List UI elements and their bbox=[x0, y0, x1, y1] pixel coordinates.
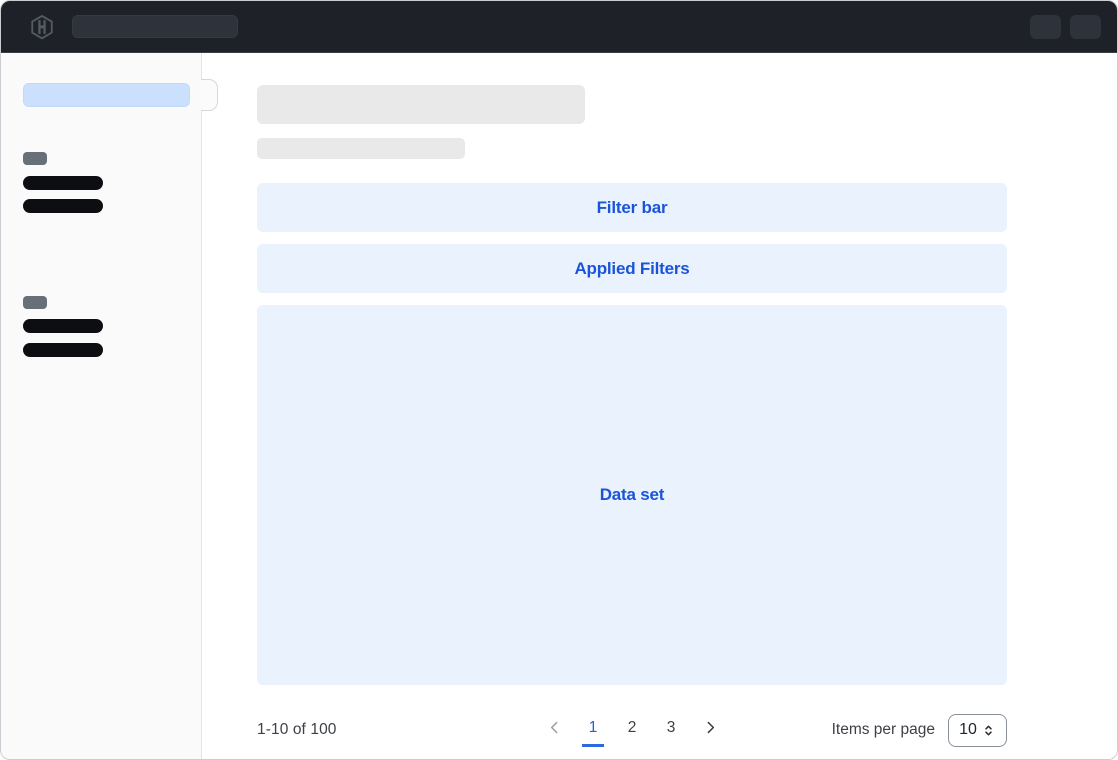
items-per-page-value: 10 bbox=[959, 721, 977, 739]
sidebar-selected-item-placeholder bbox=[23, 83, 190, 107]
main-area: Filter bar Applied Filters Data set 1-10… bbox=[202, 53, 1117, 760]
top-nav-action-placeholder-2 bbox=[1070, 15, 1101, 39]
sidebar-section-label-placeholder-1 bbox=[23, 152, 47, 165]
sidebar-nav-item-placeholder bbox=[23, 319, 103, 333]
top-nav-action-placeholder-1 bbox=[1030, 15, 1061, 39]
sidebar-nav-item-placeholder bbox=[23, 176, 103, 190]
hashicorp-logo-icon bbox=[29, 14, 55, 40]
page-subtitle-placeholder bbox=[257, 138, 465, 159]
items-per-page-group: Items per page 10 bbox=[832, 714, 1007, 747]
pagination-bar: 1-10 of 100 1 2 3 Items per page bbox=[257, 713, 1007, 747]
app-window: Filter bar Applied Filters Data set 1-10… bbox=[0, 0, 1118, 760]
data-set-label: Data set bbox=[600, 485, 665, 505]
applied-filters-region: Applied Filters bbox=[257, 244, 1007, 293]
page-title-placeholder bbox=[257, 85, 585, 124]
chevron-right-icon bbox=[702, 719, 719, 736]
previous-page-button[interactable] bbox=[543, 713, 565, 747]
page-button-2[interactable]: 2 bbox=[621, 713, 643, 747]
next-page-button[interactable] bbox=[699, 713, 721, 747]
sidebar bbox=[1, 53, 202, 760]
sidebar-section-label-placeholder-2 bbox=[23, 296, 47, 309]
main-content: Filter bar Applied Filters Data set 1-10… bbox=[257, 85, 1007, 747]
sidebar-toggle-handle[interactable] bbox=[201, 79, 218, 111]
app-body: Filter bar Applied Filters Data set 1-10… bbox=[1, 53, 1117, 760]
filter-bar-region: Filter bar bbox=[257, 183, 1007, 232]
items-per-page-label: Items per page bbox=[832, 721, 935, 739]
nav-search-placeholder bbox=[72, 15, 238, 38]
pagination-range-text: 1-10 of 100 bbox=[257, 721, 337, 739]
page-button-3[interactable]: 3 bbox=[660, 713, 682, 747]
page-button-1[interactable]: 1 bbox=[582, 713, 604, 747]
items-per-page-select[interactable]: 10 bbox=[948, 714, 1007, 747]
sidebar-nav-item-placeholder bbox=[23, 199, 103, 213]
unfold-chevrons-icon bbox=[981, 723, 996, 738]
filter-bar-label: Filter bar bbox=[597, 198, 668, 218]
data-set-region: Data set bbox=[257, 305, 1007, 685]
chevron-left-icon bbox=[546, 719, 563, 736]
sidebar-nav-item-placeholder bbox=[23, 343, 103, 357]
pager: 1 2 3 bbox=[543, 713, 721, 747]
applied-filters-label: Applied Filters bbox=[574, 259, 689, 279]
top-nav-bar bbox=[1, 1, 1117, 53]
